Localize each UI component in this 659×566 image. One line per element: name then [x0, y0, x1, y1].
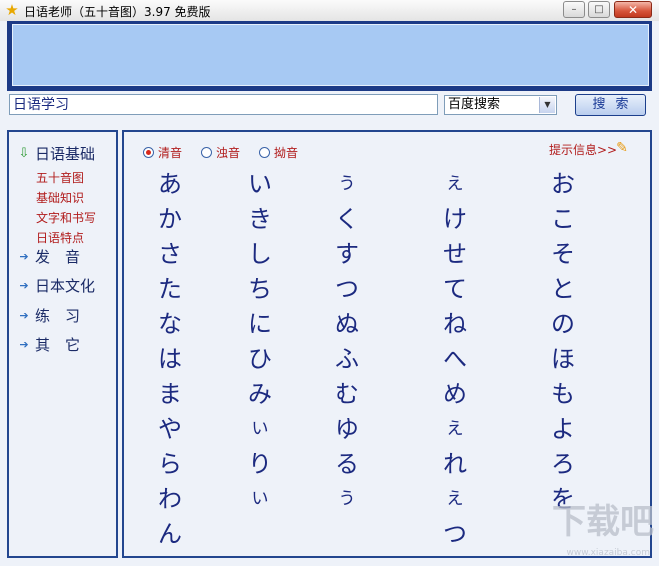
kana-cell[interactable]: え: [435, 414, 475, 444]
kana-cell[interactable]: こ: [543, 204, 583, 234]
radio-label: 清音: [158, 146, 183, 160]
maximize-button[interactable]: □: [588, 1, 610, 18]
radio-dot[interactable]: [143, 147, 154, 158]
sidebar: ⇩ 日语基础 五十音图 基础知识 文字和书写 日语特点 ➔ 发 音 ➔ 日本文化…: [7, 130, 118, 558]
kana-cell[interactable]: ふ: [327, 344, 367, 374]
arrow-right-icon: ➔: [19, 337, 29, 351]
kana-cell[interactable]: き: [240, 204, 280, 234]
kana-cell[interactable]: え: [435, 169, 475, 199]
kana-cell[interactable]: よ: [543, 414, 583, 444]
window-title: 日语老师（五十音图）3.97 免费版: [24, 5, 211, 19]
sidebar-item-culture[interactable]: ➔ 日本文化: [17, 275, 95, 295]
arrow-right-icon: ➔: [19, 308, 29, 322]
kana-cell[interactable]: わ: [150, 484, 190, 514]
kana-cell[interactable]: す: [327, 239, 367, 269]
sidebar-subitem-gojuon[interactable]: 五十音图: [36, 169, 84, 186]
radio-dakuon[interactable]: 浊音: [201, 144, 240, 161]
kana-cell[interactable]: へ: [435, 344, 475, 374]
watermark-logo: 下载吧 www.xiazaiba.com: [520, 500, 654, 558]
kana-cell[interactable]: ゆ: [327, 414, 367, 444]
pencil-icon[interactable]: ✎: [614, 140, 630, 156]
kana-cell[interactable]: れ: [435, 449, 475, 479]
search-button[interactable]: 搜索: [575, 94, 646, 116]
kana-cell[interactable]: さ: [150, 239, 190, 269]
kana-cell[interactable]: ひ: [240, 344, 280, 374]
kana-cell[interactable]: ん: [150, 519, 190, 549]
kana-cell[interactable]: ぬ: [327, 309, 367, 339]
star-icon: ★: [5, 1, 19, 19]
kana-cell[interactable]: ち: [240, 274, 280, 304]
radio-label: 浊音: [216, 146, 241, 160]
kana-cell[interactable]: ほ: [543, 344, 583, 374]
search-engine-select[interactable]: 百度搜索 ▼: [444, 95, 557, 115]
kana-cell[interactable]: し: [240, 239, 280, 269]
sidebar-item-label: 练 习: [35, 306, 81, 325]
kana-cell[interactable]: け: [435, 204, 475, 234]
kana-cell[interactable]: そ: [543, 239, 583, 269]
kana-cell[interactable]: い: [240, 414, 280, 444]
kana-cell[interactable]: と: [543, 274, 583, 304]
kana-cell[interactable]: な: [150, 309, 190, 339]
kana-cell[interactable]: り: [240, 449, 280, 479]
sidebar-subitem-writing[interactable]: 文字和书写: [36, 209, 96, 226]
hint-link[interactable]: 提示信息>>: [549, 141, 617, 158]
kana-cell[interactable]: ね: [435, 309, 475, 339]
kana-cell[interactable]: み: [240, 379, 280, 409]
radio-label: 拗音: [274, 146, 299, 160]
kana-cell[interactable]: や: [150, 414, 190, 444]
kana-cell[interactable]: に: [240, 309, 280, 339]
kana-cell[interactable]: あ: [150, 169, 190, 199]
kana-cell[interactable]: の: [543, 309, 583, 339]
chevron-down-icon[interactable]: ▼: [539, 97, 555, 113]
kana-cell[interactable]: む: [327, 379, 367, 409]
minimize-button[interactable]: –: [563, 1, 585, 18]
kana-cell[interactable]: つ: [435, 519, 475, 549]
kana-cell[interactable]: お: [543, 169, 583, 199]
search-input[interactable]: 日语学习: [9, 94, 438, 115]
kana-cell[interactable]: ら: [150, 449, 190, 479]
kana-cell[interactable]: て: [435, 274, 475, 304]
sidebar-subitem-features[interactable]: 日语特点: [36, 229, 84, 246]
kana-cell[interactable]: も: [543, 379, 583, 409]
kana-cell[interactable]: か: [150, 204, 190, 234]
sidebar-subitem-basics-knowledge[interactable]: 基础知识: [36, 189, 84, 206]
sidebar-item-other[interactable]: ➔ 其 它: [17, 334, 80, 354]
watermark-url: www.xiazaiba.com: [566, 548, 650, 558]
sidebar-item-label: 日本文化: [35, 276, 96, 295]
kana-cell[interactable]: つ: [327, 274, 367, 304]
sidebar-item-label: 其 它: [35, 335, 81, 354]
banner-area: [12, 24, 649, 86]
sidebar-item-pronunciation[interactable]: ➔ 发 音: [17, 246, 80, 266]
sidebar-item-label: 日语基础: [35, 144, 96, 163]
kana-cell[interactable]: る: [327, 449, 367, 479]
kana-cell[interactable]: め: [435, 379, 475, 409]
kana-cell[interactable]: え: [435, 484, 475, 514]
search-engine-value: 百度搜索: [448, 97, 501, 112]
title-bar: ★ 日语老师（五十音图）3.97 免费版 – □ ✕: [0, 0, 659, 22]
kana-panel: 清音 浊音 拗音 提示信息>> ✎ あいうえおかきくけこさしすせそたちつてとなに…: [122, 130, 652, 558]
kana-cell[interactable]: せ: [435, 239, 475, 269]
kana-cell[interactable]: う: [327, 169, 367, 199]
sidebar-item-basics[interactable]: ⇩ 日语基础: [17, 143, 95, 163]
kana-cell[interactable]: は: [150, 344, 190, 374]
kana-cell[interactable]: く: [327, 204, 367, 234]
kana-cell[interactable]: ろ: [543, 449, 583, 479]
kana-cell[interactable]: ま: [150, 379, 190, 409]
watermark-text: 下载吧: [552, 502, 654, 542]
radio-dot[interactable]: [259, 147, 270, 158]
kana-cell[interactable]: い: [240, 169, 280, 199]
kana-cell[interactable]: た: [150, 274, 190, 304]
radio-seion[interactable]: 清音: [143, 144, 182, 161]
arrow-down-icon: ⇩: [18, 145, 30, 161]
sidebar-item-practice[interactable]: ➔ 练 习: [17, 305, 80, 325]
sidebar-item-label: 发 音: [35, 247, 81, 266]
radio-dot[interactable]: [201, 147, 212, 158]
kana-cell[interactable]: い: [240, 484, 280, 514]
arrow-right-icon: ➔: [19, 278, 29, 292]
arrow-right-icon: ➔: [19, 249, 29, 263]
close-button[interactable]: ✕: [614, 1, 652, 18]
kana-cell[interactable]: う: [327, 484, 367, 514]
radio-youon[interactable]: 拗音: [259, 144, 298, 161]
